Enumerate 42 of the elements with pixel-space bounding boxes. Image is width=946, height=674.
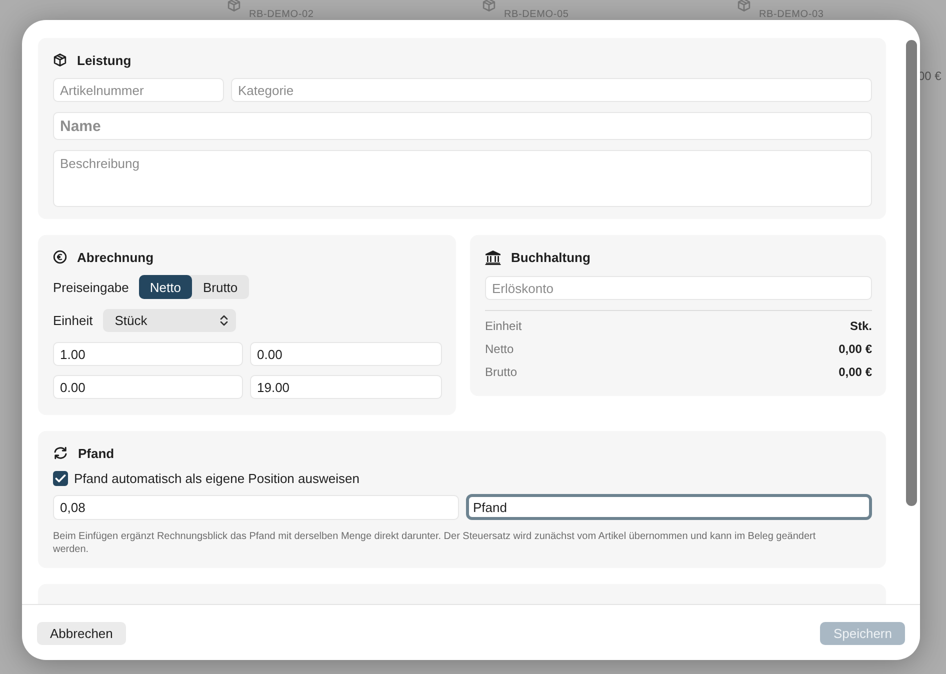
scrollbar-thumb[interactable] [906,40,917,506]
number-field[interactable]: 0.00 [250,342,442,366]
unit-label: Einheit [53,313,93,328]
number-field[interactable]: 1.00 [53,342,243,366]
item-code: RB-DEMO-02 [249,8,314,21]
section-title: Abrechnung [77,250,154,264]
cube-icon [482,0,496,12]
section-title: Pfand [78,446,114,460]
summary-label: Brutto [485,364,518,378]
segment-option[interactable]: Brutto [192,275,249,299]
bank-icon [485,250,501,264]
segment-option[interactable]: Netto [138,275,192,299]
cube-icon [227,0,241,12]
deposit-name-field[interactable]: Pfand [466,494,872,520]
number-field[interactable]: 0.00 [53,375,243,399]
euro-circle-icon [53,250,67,264]
chevron-up-down-icon [220,315,228,326]
refresh-icon [53,446,68,460]
section-title: Buchhaltung [511,250,590,264]
name-field[interactable]: Name [53,112,872,140]
article-number-field[interactable]: Artikelnummer [53,78,224,102]
checkbox-label: Pfand automatisch als eigene Position ausweisen [74,471,360,486]
item-code: RB-DEMO-03 [759,8,824,21]
summary-label: Einheit [485,318,522,332]
unit-select[interactable]: Stück [102,309,236,332]
cube-icon [737,0,751,12]
cube-icon [53,53,67,67]
checkbox[interactable] [53,471,68,486]
revenue-account-field[interactable]: Erlöskonto [485,276,872,300]
price-input-label: Preiseingabe [53,280,129,294]
summary-value: 0,00 € [838,364,872,378]
section-title: Leistung [77,52,132,68]
item-code: RB-DEMO-05 [504,8,569,21]
summary-value: Stk. [850,318,872,332]
summary-value: 0,00 € [838,342,872,356]
description-field[interactable]: Beschreibung [53,150,872,207]
category-field[interactable]: Kategorie [231,78,872,102]
summary-label: Netto [485,342,514,356]
deposit-amount-field[interactable]: 0,08 [53,494,459,520]
cancel-button[interactable]: Abbrechen [37,622,126,645]
hint-text: Beim Einfügen ergänzt Rechnungsblick das Pfand mit derselben Menge direkt darunter. Der Steuersatz wird zunächst vom Artikel übernommen und kann im Beleg geändert werden. [53,530,817,556]
number-field[interactable]: 19.00 [250,375,442,399]
